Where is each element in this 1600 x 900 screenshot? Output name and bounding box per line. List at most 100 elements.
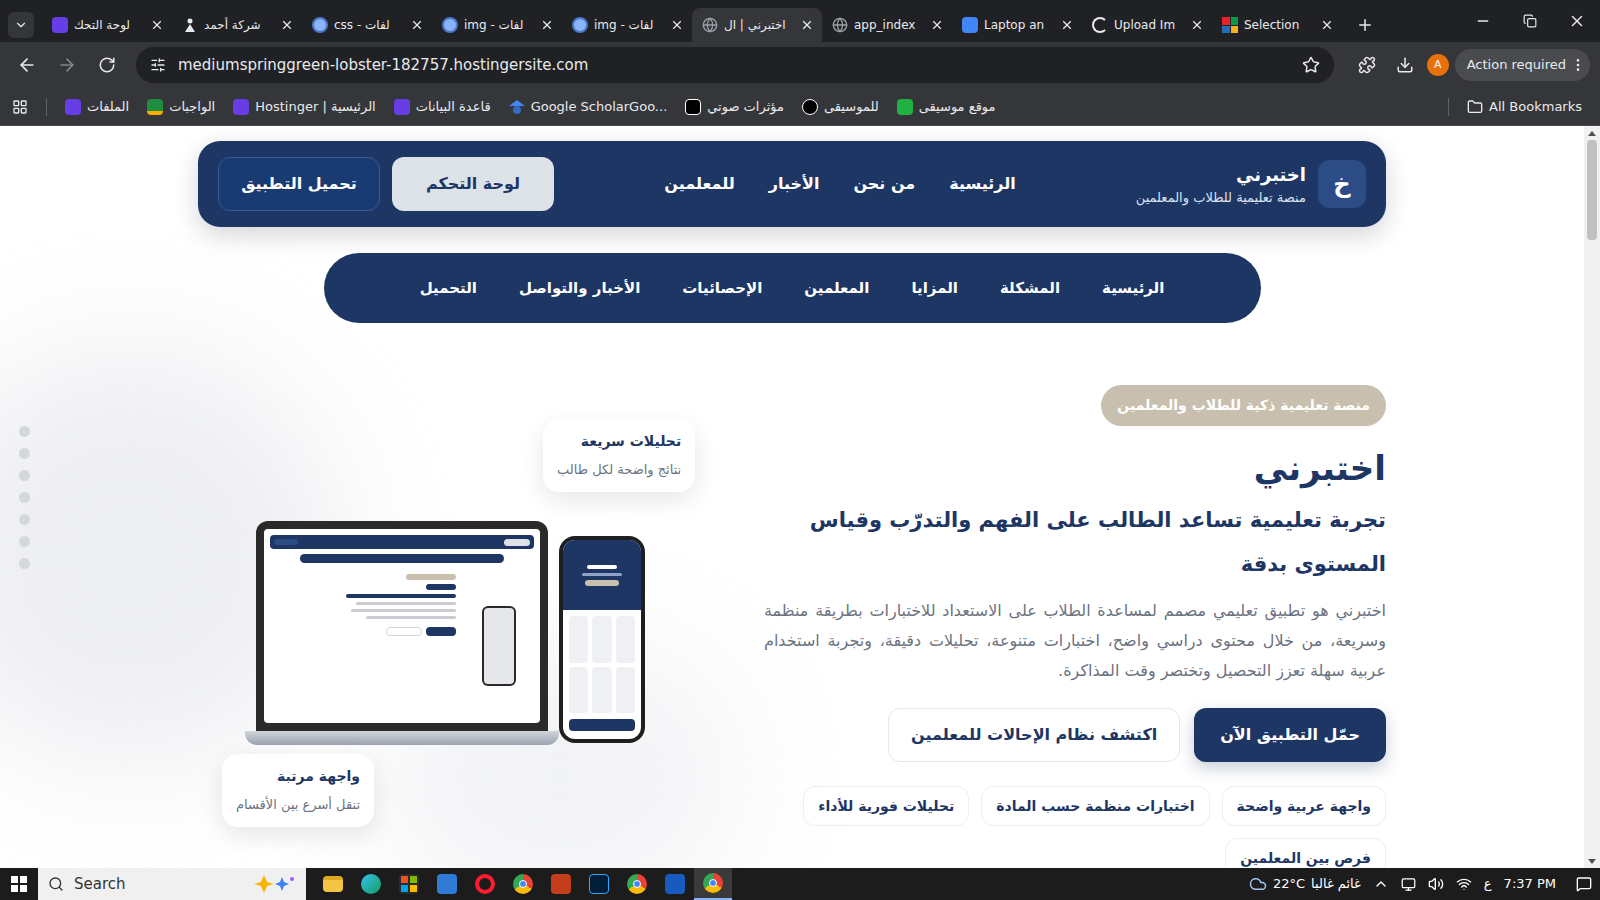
section-dot[interactable] (19, 492, 30, 503)
taskbar-app[interactable] (618, 868, 656, 900)
reload-button[interactable] (90, 48, 124, 82)
profile-avatar[interactable]: A (1427, 54, 1449, 76)
bookmark-item[interactable]: Hostinger | الرئيسية (233, 97, 375, 117)
tray-expand-icon[interactable] (1373, 876, 1389, 892)
section-nav-link[interactable]: المعلمين (804, 277, 869, 300)
section-dot[interactable] (19, 558, 30, 569)
section-dot[interactable] (19, 536, 30, 547)
toolbar: mediumspringgreen-lobster-182757.hosting… (0, 42, 1600, 88)
browser-tab[interactable]: Selection (1212, 8, 1342, 42)
taskbar-app[interactable] (656, 868, 694, 900)
bookmark-item[interactable]: الواجبات (147, 97, 215, 117)
hero-description: اختبرني هو تطبيق تعليمي مصمم لمساعدة الط… (764, 596, 1386, 686)
bookmark-star-icon[interactable] (1302, 56, 1320, 74)
section-dot[interactable] (19, 448, 30, 459)
downloads-button[interactable] (1389, 49, 1421, 81)
bookmark-item[interactable]: قاعدة البيانات (394, 97, 491, 117)
primary-download-button[interactable]: حمّل التطبيق الآن (1194, 708, 1386, 762)
section-nav-link[interactable]: التحميل (420, 277, 477, 300)
forward-button[interactable] (50, 48, 84, 82)
taskbar-app[interactable] (428, 868, 466, 900)
taskbar-app[interactable] (542, 868, 580, 900)
all-bookmarks-button[interactable]: All Bookmarks (1467, 97, 1588, 117)
apps-grid-icon[interactable] (12, 99, 28, 115)
bookmark-label: الملفات (87, 97, 129, 117)
tab-label: Selection (1244, 16, 1314, 34)
back-button[interactable] (10, 48, 44, 82)
close-tab-icon[interactable] (540, 18, 554, 32)
wifi-icon[interactable] (1456, 876, 1472, 892)
bookmark-item[interactable]: موقع موسيقى (897, 97, 996, 117)
restore-button[interactable] (1506, 0, 1553, 42)
tab-search-button[interactable] (8, 12, 34, 38)
browser-tab[interactable]: img - لفات (432, 8, 562, 42)
close-tab-icon[interactable] (800, 18, 814, 32)
browser-tab[interactable]: اختبرني | ال (692, 8, 822, 42)
taskbar-app[interactable] (580, 868, 618, 900)
omnibox[interactable]: mediumspringgreen-lobster-182757.hosting… (136, 47, 1334, 83)
browser-tab[interactable]: شركة أحمد (172, 8, 302, 42)
section-nav-link[interactable]: الأخبار والتواصل (519, 277, 640, 300)
close-window-button[interactable] (1553, 0, 1600, 42)
close-tab-icon[interactable] (930, 18, 944, 32)
start-button[interactable] (0, 868, 38, 900)
dashboard-button[interactable]: لوحة التحكم (392, 157, 554, 211)
taskbar-search[interactable]: Search (38, 868, 306, 900)
close-tab-icon[interactable] (1060, 18, 1074, 32)
section-nav-link[interactable]: المشكلة (1000, 277, 1060, 300)
taskbar-app[interactable] (390, 868, 428, 900)
site-info-icon[interactable] (150, 57, 166, 73)
close-tab-icon[interactable] (670, 18, 684, 32)
clock[interactable]: 7:37 PM (1504, 874, 1556, 894)
taskbar-app[interactable] (352, 868, 390, 900)
referral-button[interactable]: اكتشف نظام الإحالات للمعلمين (888, 708, 1180, 762)
browser-tab[interactable]: css - لفات (302, 8, 432, 42)
notifications-icon[interactable] (1576, 876, 1592, 892)
bookmark-item[interactable]: الملفات (65, 97, 129, 117)
input-language[interactable]: ع (1484, 874, 1492, 894)
weather-widget[interactable]: 22°Cغائم غالبا (1249, 874, 1361, 894)
section-dot[interactable] (19, 426, 30, 437)
close-tab-icon[interactable] (1190, 18, 1204, 32)
nav-link[interactable]: للمعلمين (664, 172, 734, 196)
powerpoint-icon (551, 874, 571, 894)
download-app-button[interactable]: تحميل التطبيق (218, 157, 380, 211)
section-nav-link[interactable]: الإحصائيات (682, 277, 762, 300)
scrollbar[interactable] (1584, 126, 1600, 868)
nav-link[interactable]: الرئيسية (949, 172, 1016, 196)
browser-tab[interactable]: Upload Im (1082, 8, 1212, 42)
browser-tab[interactable]: img - لفات (562, 8, 692, 42)
section-dot[interactable] (19, 514, 30, 525)
web-page: خاختبرنيمنصة تعليمية للطلاب والمعلمين الر… (0, 126, 1600, 868)
browser-tab[interactable]: Laptop an (952, 8, 1082, 42)
extensions-button[interactable] (1351, 49, 1383, 81)
close-tab-icon[interactable] (150, 18, 164, 32)
taskbar-app[interactable] (504, 868, 542, 900)
scrollbar-thumb[interactable] (1587, 140, 1597, 240)
bookmark-item[interactable]: للموسيقى (802, 97, 879, 117)
minimize-button[interactable] (1459, 0, 1506, 42)
brand[interactable]: خاختبرنيمنصة تعليمية للطلاب والمعلمين (1136, 160, 1366, 208)
taskbar-app[interactable] (694, 868, 732, 900)
section-nav-link[interactable]: المزايا (911, 277, 958, 300)
bookmark-label: الواجبات (169, 97, 215, 117)
section-dot[interactable] (19, 470, 30, 481)
nav-link[interactable]: الأخبار (769, 172, 820, 196)
section-nav-link[interactable]: الرئيسية (1102, 277, 1164, 300)
taskbar-app[interactable] (314, 868, 352, 900)
close-tab-icon[interactable] (280, 18, 294, 32)
browser-tab[interactable]: لوحة التحك (42, 8, 172, 42)
taskbar-app[interactable] (466, 868, 504, 900)
bookmark-item[interactable]: Google ScholarGoo... (509, 97, 668, 117)
volume-icon[interactable] (1428, 876, 1444, 892)
hero-badge: منصة تعليمية ذكية للطلاب والمعلمين (1101, 385, 1386, 426)
search-icon (48, 876, 64, 892)
nav-link[interactable]: من نحن (853, 172, 915, 196)
close-tab-icon[interactable] (410, 18, 424, 32)
browser-tab[interactable]: app_index (822, 8, 952, 42)
new-tab-button[interactable] (1350, 10, 1380, 40)
bookmark-item[interactable]: مؤثرات صوتي (685, 97, 784, 117)
network-icon[interactable] (1401, 877, 1416, 892)
action-required-button[interactable]: Action required (1455, 49, 1590, 81)
close-tab-icon[interactable] (1320, 18, 1334, 32)
